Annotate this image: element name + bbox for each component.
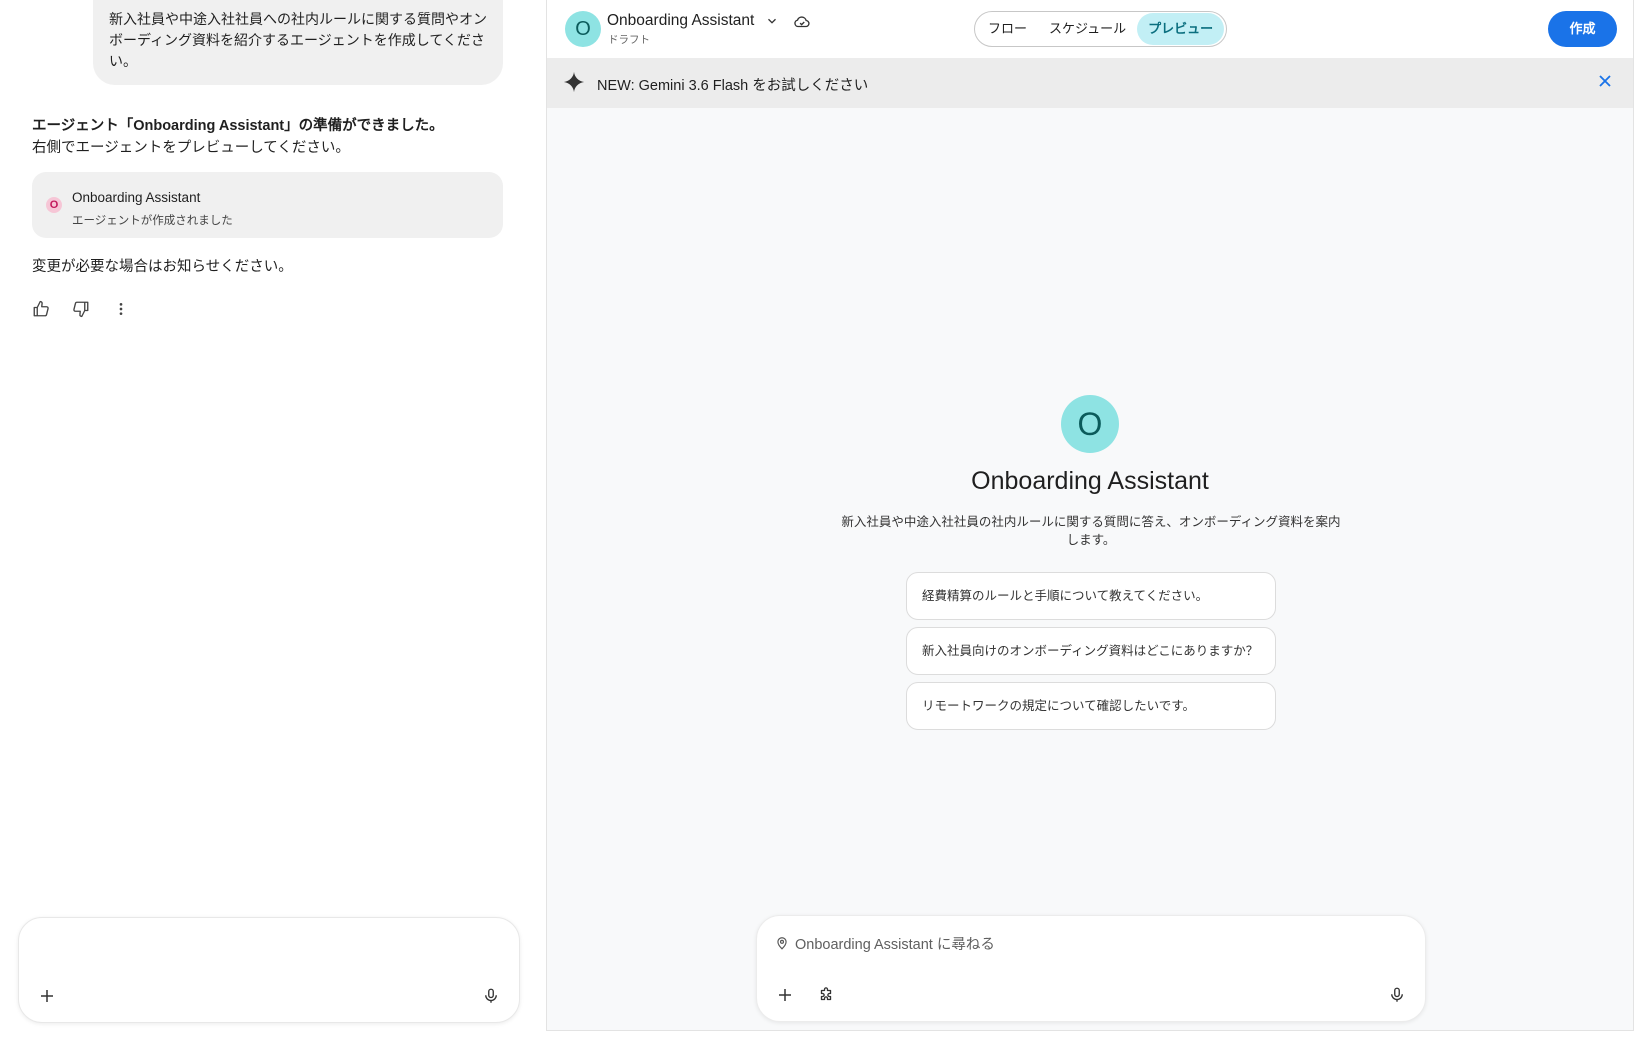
chevron-down-icon[interactable] (765, 14, 779, 33)
agent-card-avatar: O (46, 197, 62, 213)
suggestion-chip[interactable]: 経費精算のルールと手順について教えてください。 (906, 572, 1276, 620)
tab-schedule[interactable]: スケジュール (1038, 13, 1137, 45)
thumbs-up-icon[interactable] (30, 298, 52, 320)
feedback-row (30, 298, 132, 320)
agent-state: ドラフト (608, 34, 650, 46)
view-tabs: フロー スケジュール プレビュー (974, 11, 1228, 47)
hero-avatar: O (1061, 395, 1119, 453)
tab-preview[interactable]: プレビュー (1137, 13, 1225, 45)
tab-flow[interactable]: フロー (977, 13, 1038, 45)
announcement-banner: NEW: Gemini 3.6 Flash をお試しください (547, 58, 1633, 108)
agent-name[interactable]: Onboarding Assistant (607, 12, 754, 30)
close-icon[interactable] (1595, 71, 1615, 96)
reply-subtitle: 右側でエージェントをプレビューしてください。 (32, 140, 350, 156)
sparkle-icon (563, 71, 585, 98)
agent-card-name: Onboarding Assistant (72, 190, 201, 205)
extension-icon[interactable] (812, 981, 840, 1009)
mic-icon[interactable] (477, 982, 505, 1010)
suggestion-chip[interactable]: リモートワークの規定について確認したいです。 (906, 682, 1276, 730)
hero-title: Onboarding Assistant (971, 467, 1209, 495)
preview-pane: O Onboarding Assistant ドラフト フロー スケジュール プ… (546, 0, 1634, 1031)
suggestion-chip[interactable]: 新入社員向けのオンボーディング資料はどこにありますか？ (906, 627, 1276, 675)
agent-avatar: O (565, 11, 601, 47)
plus-icon[interactable] (771, 981, 799, 1009)
banner-text: NEW: Gemini 3.6 Flash をお試しください (597, 78, 869, 94)
more-vert-icon[interactable] (110, 298, 132, 320)
preview-input[interactable] (795, 930, 1395, 960)
create-button[interactable]: 作成 (1548, 11, 1617, 47)
preview-composer (756, 915, 1426, 1022)
cloud-icon (793, 13, 811, 36)
user-message: 新入社員や中途入社社員への社内ルールに関する質問やオンボーディング資料を紹介する… (93, 0, 503, 85)
reply-title: エージェント「Onboarding Assistant」の準備ができました。 (32, 118, 444, 134)
thumbs-down-icon[interactable] (70, 298, 92, 320)
preview-header: O Onboarding Assistant ドラフト フロー スケジュール プ… (547, 0, 1633, 58)
chat-pane: 新入社員や中途入社社員への社内ルールに関する質問やオンボーディング資料を紹介する… (0, 0, 528, 1040)
mic-icon[interactable] (1383, 981, 1411, 1009)
agent-card[interactable]: O Onboarding Assistant エージェントが作成されました (32, 172, 503, 238)
plus-icon[interactable] (33, 982, 61, 1010)
location-pin-icon (775, 936, 789, 955)
chat-input[interactable] (39, 934, 499, 964)
follow-up-text: 変更が必要な場合はお知らせください。 (32, 259, 293, 275)
hero-description: 新入社員や中途入社社員の社内ルールに関する質問に答え、オンボーディング資料を案内… (841, 515, 1341, 547)
agent-card-status: エージェントが作成されました (72, 215, 233, 227)
chat-composer (18, 917, 520, 1023)
